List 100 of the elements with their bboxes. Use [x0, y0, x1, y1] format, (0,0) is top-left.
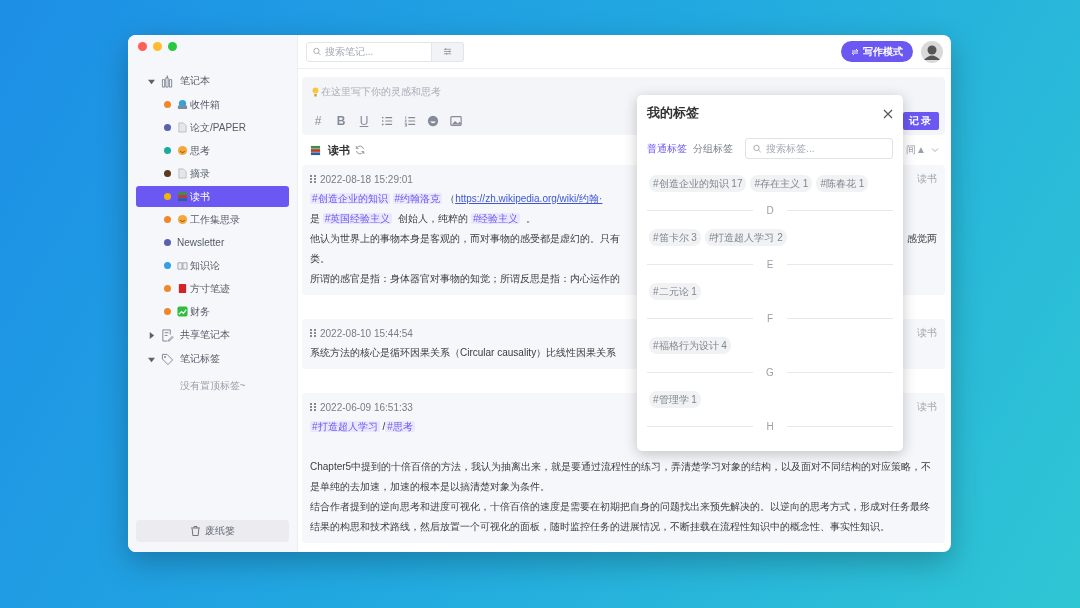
notebook-label: 读书 — [917, 172, 937, 186]
tray-icon — [177, 99, 188, 110]
tag-search-field[interactable]: 搜索标签... — [745, 138, 893, 159]
tag-chip[interactable]: #存在主义 1 — [750, 175, 813, 192]
hashtag-button[interactable]: # — [312, 114, 324, 128]
section-letter: G — [765, 367, 775, 378]
grip-icon[interactable] — [310, 329, 316, 337]
note-text: 结合作者提到的逆向思考和进度可视化，十倍百倍的速度是需要在初期把自身的问题找出来预先解决的。以逆向的思考方式，形成对任务最终结果的构思和技术路线，然后放置一个可视化的面板，随时监控任务的进展情况，不断挂载在流程性知识中的概念性、事实性知识。 — [310, 500, 931, 534]
window-zoom-button[interactable] — [168, 42, 177, 51]
caret-icon[interactable] — [148, 355, 155, 363]
close-icon[interactable] — [883, 108, 893, 119]
lightbulb-icon — [312, 87, 319, 97]
note-text: 是 #英国经验主义 创始人，纯粹的 #经验主义 。 — [310, 212, 537, 226]
tag-chip[interactable]: #打造超人学习 2 — [704, 229, 787, 246]
window-close-button[interactable] — [138, 42, 147, 51]
section-label[interactable]: 笔记本 — [180, 74, 210, 88]
bold-button[interactable]: B — [335, 114, 347, 128]
section-letter: F — [765, 313, 775, 324]
note-timestamp: 2022-08-10 15:44:54 — [320, 327, 413, 339]
smiley-icon — [177, 145, 188, 156]
smiley-icon[interactable] — [427, 115, 439, 127]
url-link[interactable]: https://zh.wikipedia.org/wiki/约翰· — [455, 193, 603, 204]
caret-icon[interactable] — [148, 77, 155, 85]
note-text: 感觉两 — [907, 232, 937, 246]
filter-button[interactable] — [432, 41, 464, 62]
underline-button[interactable]: U — [358, 114, 370, 128]
notebook-item[interactable]: 知识论 — [136, 255, 289, 276]
books-icon — [177, 191, 188, 202]
notebook-item[interactable]: 财务 — [136, 301, 289, 322]
note-text: 系统方法的核心是循环因果关系（Circular causality）比线性因果关系 — [310, 346, 617, 360]
sliders-icon — [443, 47, 452, 56]
notebook-item[interactable]: 方寸笔迹 — [136, 278, 289, 299]
tab[interactable]: 普通标签 — [647, 141, 687, 156]
notebook-item[interactable]: 读书 — [136, 186, 289, 207]
search-field[interactable]: 搜索笔记... — [306, 41, 432, 62]
window-minimize-button[interactable] — [153, 42, 162, 51]
notebook-label: 读书 — [917, 326, 937, 340]
note-text: #创造企业的知识 #约翰洛克 （https://zh.wikipedia.org/wiki/约翰· — [310, 192, 603, 206]
image-icon[interactable] — [450, 115, 462, 127]
section-letter: H — [765, 421, 775, 432]
page-icon — [177, 168, 188, 179]
books-icon — [310, 144, 321, 156]
section-letter: E — [765, 259, 775, 270]
note-text: 所谓的感官是指：身体器官对事物的知觉；所谓反思是指：内心运作的 — [310, 272, 620, 286]
refresh-icon[interactable] — [355, 145, 365, 155]
tag-chip[interactable]: #创造企业的知识 17 — [649, 175, 747, 192]
notebook-item[interactable]: 收件箱 — [136, 94, 289, 115]
search-icon — [753, 144, 762, 153]
note-text: Chapter5中提到的十倍百倍的方法，我认为抽离出来，就是要通过流程性的练习，弄清楚学习对象的结构，以及面对不同结构的对应策略，不是单纯的去加速，加速的根本是以搞清楚对象为条件。 — [310, 460, 933, 494]
books-icon — [161, 74, 174, 88]
smiley-icon — [177, 214, 188, 225]
open-book-icon — [177, 260, 188, 271]
notebook-item[interactable]: 摘录 — [136, 163, 289, 184]
tag-search-input[interactable]: 搜索标签... — [766, 143, 885, 154]
section-letter: D — [765, 205, 775, 216]
notebook-item[interactable]: 工作集思录 — [136, 209, 289, 230]
search-input[interactable]: 搜索笔记... — [325, 46, 425, 57]
empty-hint: 没有置顶标签~ — [178, 379, 247, 393]
grip-icon[interactable] — [310, 175, 316, 183]
caret-icon[interactable] — [148, 331, 155, 339]
tag-icon — [161, 352, 174, 366]
sort-label[interactable]: 间▲ — [906, 143, 926, 157]
tag-link[interactable]: #创造企业的知识 — [310, 193, 390, 204]
tag-link[interactable]: #打造超人学习 — [310, 421, 380, 432]
tag-link[interactable]: #约翰洛克 — [392, 193, 443, 204]
note-text: #打造超人学习 / #思考 — [310, 420, 416, 434]
grip-icon[interactable] — [310, 403, 316, 411]
note-text: 类。 — [310, 252, 330, 266]
tag-link[interactable]: #经验主义 — [470, 213, 521, 224]
write-mode-button[interactable]: 写作模式 — [841, 41, 913, 62]
notebook-item[interactable]: Newsletter — [136, 232, 289, 253]
tag-chip[interactable]: #福格行为设计 4 — [649, 337, 731, 354]
note-timestamp: 2022-08-18 15:29:01 — [320, 173, 413, 185]
tag-chip[interactable]: #笛卡尔 3 — [649, 229, 701, 246]
section-label[interactable]: 笔记标签 — [180, 352, 220, 366]
section-label[interactable]: 共享笔记本 — [180, 328, 230, 342]
chart-icon — [177, 306, 188, 317]
tag-link[interactable]: #英国经验主义 — [322, 213, 393, 224]
trash-button[interactable]: 废纸篓 — [136, 520, 289, 542]
submit-button[interactable]: 记录 — [903, 112, 939, 130]
swap-icon — [851, 47, 859, 56]
tag-chip[interactable]: #管理学 1 — [649, 391, 701, 408]
note-text: 他认为世界上的事物本身是客观的，而对事物的感受都是虚幻的。只有 — [310, 232, 620, 246]
bullet-list-icon[interactable] — [381, 115, 393, 127]
notebook-item[interactable]: 论文/PAPER — [136, 117, 289, 138]
notebook-item[interactable]: 思考 — [136, 140, 289, 161]
tag-link[interactable]: #思考 — [385, 421, 415, 432]
document-pencil-icon — [161, 328, 174, 342]
avatar[interactable] — [921, 40, 943, 63]
notebook-title: 读书 — [328, 142, 350, 158]
tag-chip[interactable]: #陈春花 1 — [816, 175, 869, 192]
search-icon — [313, 47, 322, 56]
book-icon — [177, 283, 188, 294]
numbered-list-icon[interactable] — [404, 115, 416, 127]
page-icon — [177, 122, 188, 133]
tab[interactable]: 分组标签 — [693, 141, 733, 156]
notebook-label: 读书 — [917, 400, 937, 414]
tag-chip[interactable]: #二元论 1 — [649, 283, 701, 300]
dialog-title: 我的标签 — [647, 105, 699, 122]
trash-icon — [190, 526, 200, 536]
